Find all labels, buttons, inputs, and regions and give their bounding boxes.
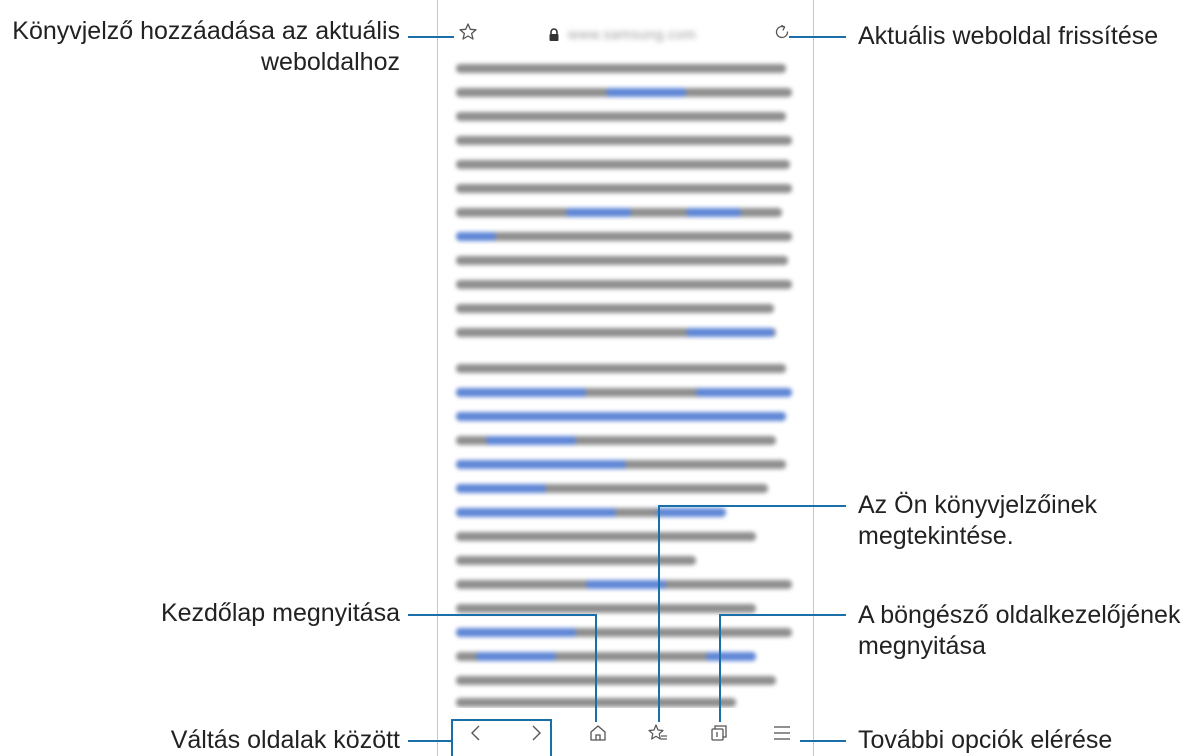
callout-add-bookmark-line1: Könyvjelző hozzáadása az aktuális <box>12 17 400 45</box>
callout-tabs-line2: megnyitása <box>858 632 986 660</box>
callout-tabs: A böngésző oldalkezelőjének megnyitása <box>858 600 1180 662</box>
callout-home: Kezdőlap megnyitása <box>160 599 400 627</box>
callout-navigate: Váltás oldalak között <box>170 726 400 754</box>
callout-view-bookmarks-line1: Az Ön könyvjelzőinek <box>858 491 1098 519</box>
callout-add-bookmark-line2: weboldalhoz <box>261 48 400 76</box>
callout-view-bookmarks: Az Ön könyvjelzőinek megtekintése. <box>858 490 1097 552</box>
callout-refresh: Aktuális weboldal frissítése <box>858 22 1159 50</box>
callout-view-bookmarks-line2: megtekintése. <box>858 522 1014 550</box>
callout-add-bookmark: Könyvjelző hozzáadása az aktuális webold… <box>12 16 400 78</box>
callout-more-options: További opciók elérése <box>858 726 1113 754</box>
callout-tabs-line1: A böngésző oldalkezelőjének <box>858 601 1181 629</box>
